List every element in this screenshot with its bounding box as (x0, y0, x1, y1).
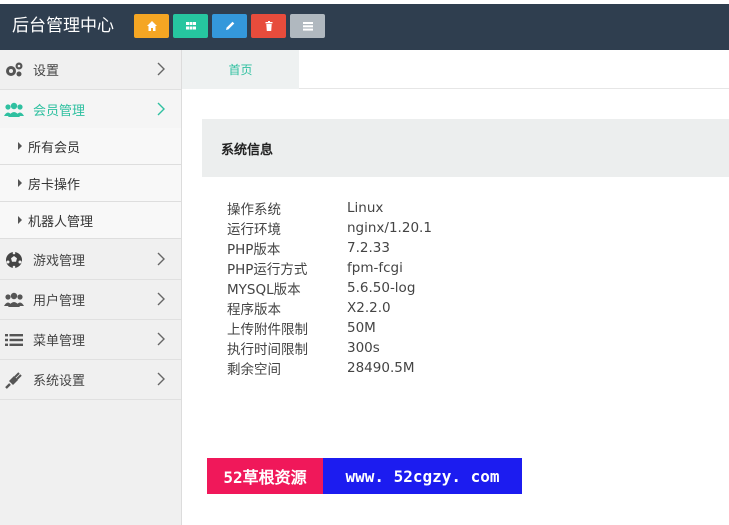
info-row: PHP运行方式 fpm-fcgi (227, 258, 432, 278)
info-row: 上传附件限制 50M (227, 318, 432, 338)
watermark-right: www. 52cgzy. com (323, 458, 522, 494)
watermark-left: 52草根资源 (207, 458, 323, 494)
gears-icon (4, 60, 24, 80)
info-value: 300s (347, 340, 380, 356)
info-row: PHP版本 7.2.33 (227, 238, 432, 258)
panel-title: 系统信息 (221, 142, 274, 158)
info-key: 剩余空间 (227, 362, 281, 378)
watermark-banner: 52草根资源 www. 52cgzy. com (207, 458, 522, 494)
sidebar-item-label: 用户管理 (33, 294, 86, 309)
info-key: PHP运行方式 (227, 262, 308, 278)
info-key: 操作系统 (227, 202, 281, 218)
info-value: 5.6.50-log (347, 280, 416, 296)
info-value: 28490.5M (347, 360, 415, 376)
system-info-list: 操作系统 Linux 运行环境 nginx/1.20.1 PHP版本 7.2.33 P… (227, 198, 432, 378)
info-key: 执行时间限制 (227, 342, 308, 358)
tab-home[interactable]: 首页 (182, 50, 299, 89)
sidebar-item-label: 系统设置 (33, 374, 86, 389)
info-row: 操作系统 Linux (227, 198, 432, 218)
list-button[interactable] (290, 14, 325, 38)
edit-button[interactable] (212, 14, 247, 38)
trash-icon (265, 21, 272, 31)
sidebar-item-members[interactable]: 会员管理 (0, 90, 181, 130)
sidebar: 设置 会员管理 所有会员 房卡操作 机器人管理 游戏管理 用户管理 菜单管理 系… (0, 50, 182, 525)
panel-header: 系统信息 (202, 119, 729, 177)
sidebar-subitem-label: 房卡操作 (28, 177, 81, 193)
pencil-icon (225, 21, 234, 30)
home-button[interactable] (134, 14, 169, 38)
info-row: MYSQL版本 5.6.50-log (227, 278, 432, 298)
list-icon (4, 330, 24, 350)
caret-right-icon (18, 216, 22, 224)
info-value: fpm-fcgi (347, 260, 403, 276)
info-row: 运行环境 nginx/1.20.1 (227, 218, 432, 238)
home-icon (146, 21, 157, 31)
caret-right-icon (18, 179, 22, 187)
sidebar-subitem-room-card[interactable]: 房卡操作 (0, 165, 181, 202)
sidebar-item-label: 会员管理 (33, 104, 86, 119)
info-value: nginx/1.20.1 (347, 220, 432, 236)
watermark-left-text: 52草根资源 (223, 468, 307, 487)
sidebar-subitem-all-members[interactable]: 所有会员 (0, 128, 181, 165)
info-row: 执行时间限制 300s (227, 338, 432, 358)
list-icon (302, 22, 313, 31)
info-key: 上传附件限制 (227, 322, 308, 338)
sidebar-subitem-label: 机器人管理 (28, 214, 94, 230)
info-value: Linux (347, 200, 384, 216)
sidebar-item-settings[interactable]: 设置 (0, 50, 181, 90)
header-bar: 后台管理中心 (0, 4, 729, 50)
sidebar-item-users[interactable]: 用户管理 (0, 280, 181, 320)
info-value: 7.2.33 (347, 240, 390, 256)
delete-button[interactable] (251, 14, 286, 38)
sidebar-item-label: 菜单管理 (33, 334, 86, 349)
brand-title: 后台管理中心 (12, 16, 114, 36)
info-key: PHP版本 (227, 242, 281, 258)
sidebar-subitem-label: 所有会员 (28, 140, 81, 156)
info-key: 程序版本 (227, 302, 281, 318)
soccer-ball-icon (4, 250, 24, 270)
users-icon (4, 290, 24, 310)
chevron-right-icon (157, 62, 165, 76)
info-key: 运行环境 (227, 222, 281, 238)
users-icon (4, 100, 24, 120)
sidebar-item-label: 游戏管理 (33, 254, 86, 269)
sidebar-item-system-settings[interactable]: 系统设置 (0, 360, 181, 400)
sidebar-subitem-robots[interactable]: 机器人管理 (0, 202, 181, 239)
chevron-right-icon (157, 332, 165, 346)
tab-bar: 首页 (182, 50, 729, 89)
plug-icon (4, 370, 24, 390)
info-key: MYSQL版本 (227, 282, 301, 298)
info-value: 50M (347, 320, 376, 336)
grid-button[interactable] (173, 14, 208, 38)
sidebar-item-menus[interactable]: 菜单管理 (0, 320, 181, 360)
tab-label: 首页 (228, 63, 253, 77)
info-value: X2.2.0 (347, 300, 391, 316)
chevron-right-icon (157, 102, 165, 116)
grid-icon (185, 22, 196, 30)
info-row: 程序版本 X2.2.0 (227, 298, 432, 318)
caret-right-icon (18, 142, 22, 150)
info-row: 剩余空间 28490.5M (227, 358, 432, 378)
sidebar-item-label: 设置 (33, 64, 60, 79)
chevron-right-icon (157, 372, 165, 386)
chevron-right-icon (157, 252, 165, 266)
chevron-right-icon (157, 292, 165, 306)
watermark-right-text: www. 52cgzy. com (345, 466, 500, 486)
sidebar-item-games[interactable]: 游戏管理 (0, 240, 181, 280)
